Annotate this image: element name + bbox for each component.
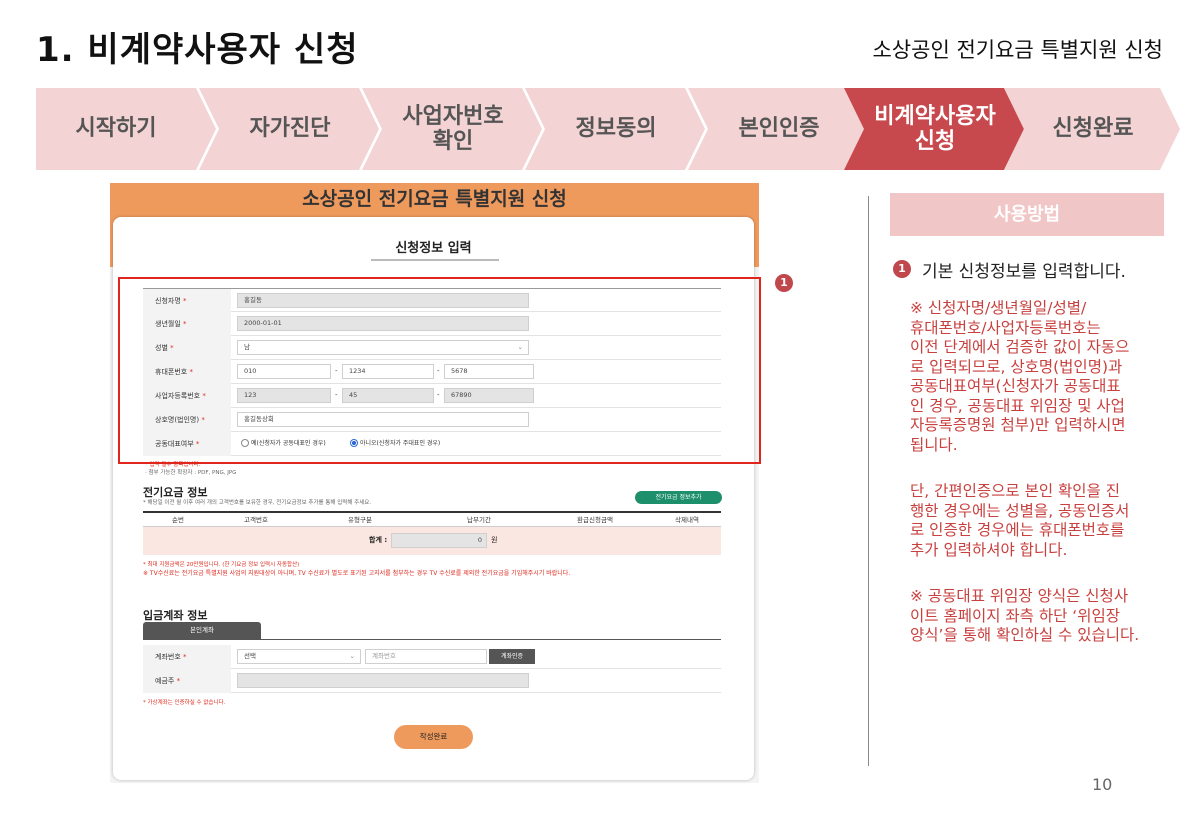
electric-section-desc: * 해당일 이전 월 이후 여러 개의 고객번호를 보유한 경우, 전기요금정보… xyxy=(143,500,372,506)
step-label: 시작하기 xyxy=(75,116,157,142)
divider xyxy=(143,639,721,640)
virtual-account-note: * 가상계좌는 인증하실 수 없습니다. xyxy=(143,700,226,706)
column-header: 유형구분 xyxy=(348,516,372,524)
column-header: 고객번호 xyxy=(244,516,268,524)
column-header: 순번 xyxy=(172,516,184,524)
form-page-title: 소상공인 전기요금 특별지원 신청 xyxy=(302,188,567,210)
account-number-input[interactable]: 계좌번호 xyxy=(365,649,487,664)
electric-sum-row: 합계 : 0 원 xyxy=(143,527,721,555)
required-mark: * xyxy=(183,653,187,661)
page-title: 1. 비계약사용자 신청 xyxy=(36,30,359,70)
highlight-box xyxy=(118,277,761,464)
row-account: 계좌번호 * 선택 ⌄ 계좌번호 계좌인증 xyxy=(143,645,721,669)
step-label: 사업자번호 확인 xyxy=(402,103,504,154)
label-text: 계좌번호 xyxy=(155,653,181,661)
row-holder: 예금주 * xyxy=(143,669,721,693)
holder-input[interactable] xyxy=(237,673,529,688)
card-title-underline xyxy=(371,259,499,261)
tab-own-account[interactable]: 본인계좌 xyxy=(143,622,261,639)
column-header: 환급신청금액 xyxy=(577,516,613,524)
column-header: 삭제내역 xyxy=(675,516,699,524)
callout-badge: 1 xyxy=(775,274,793,292)
required-mark: * xyxy=(176,677,181,685)
usage-main-text: 기본 신청정보를 입력합니다. xyxy=(922,262,1126,282)
holder-label: 예금주 * xyxy=(143,669,231,693)
card-title: 신청정보 입력 xyxy=(395,241,472,256)
usage-header: 사용방법 xyxy=(890,193,1164,236)
verify-account-button[interactable]: 계좌인증 xyxy=(489,649,535,664)
max-amount-note: * 최대 지원금액은 20만원입니다. (한 기요금 정보 입력시 자동합산) xyxy=(143,562,300,568)
step-label: 정보동의 xyxy=(575,116,657,142)
usage-note-auto-fill: ※ 신청자명/생년월일/성별/ 휴대폰번호/사업자등록번호는 이전 단계에서 검… xyxy=(910,299,1130,454)
column-header: 납부기간 xyxy=(467,516,491,524)
form-screenshot: 소상공인 전기요금 특별지원 신청 신청정보 입력 신청자명 * 홍길동 생년월… xyxy=(110,183,759,783)
electric-table-header: 순번 고객번호 유형구분 납부기간 환급신청금액 삭제내역 xyxy=(143,511,721,527)
bank-select[interactable]: 선택 ⌄ xyxy=(237,649,361,664)
label-text: 예금주 xyxy=(155,677,175,685)
submit-button[interactable]: 작성완료 xyxy=(394,725,473,749)
page-number: 10 xyxy=(1092,775,1113,794)
step-label: 본인인증 xyxy=(738,116,820,142)
bank-select-value: 선택 xyxy=(244,652,256,660)
sum-value: 0 xyxy=(391,533,487,548)
usage-step-badge: 1 xyxy=(893,260,911,278)
attach-note: · 첨부 가능한 확장자 : PDF, PNG, JPG xyxy=(145,470,237,476)
add-electric-info-button[interactable]: 전기요금 정보추가 xyxy=(635,491,722,504)
account-label: 계좌번호 * xyxy=(143,645,231,669)
page-subtitle: 소상공인 전기요금 특별지원 신청 xyxy=(872,38,1163,62)
step-label: 신청완료 xyxy=(1052,116,1134,142)
sum-unit: 원 xyxy=(491,536,498,544)
step-label: 비계약사용자 신청 xyxy=(874,103,996,154)
vertical-divider xyxy=(868,196,869,766)
chevron-down-icon: ⌄ xyxy=(349,652,355,660)
deposit-section-title: 입금계좌 정보 xyxy=(143,609,208,622)
usage-note-proxy-form: ※ 공동대표 위임장 양식은 신청사 이트 홈페이지 좌측 하단 ‘위임장 양식… xyxy=(910,587,1140,644)
sum-label: 합계 : xyxy=(369,536,388,544)
step-label: 자가진단 xyxy=(249,116,331,142)
usage-note-extra-input: 단, 간편인증으로 본인 확인을 진 행한 경우에는 성별을, 공동인증서 로 … xyxy=(910,482,1130,559)
step-progress-bar: 시작하기 자가진단 사업자번호 확인 정보동의 본인인증 비계약사용자 신청 신… xyxy=(36,88,1180,170)
tv-fee-note: ※ TV수신료는 전기요금 특별지원 사업의 지원대상이 아니며, TV 수신료… xyxy=(143,570,571,577)
